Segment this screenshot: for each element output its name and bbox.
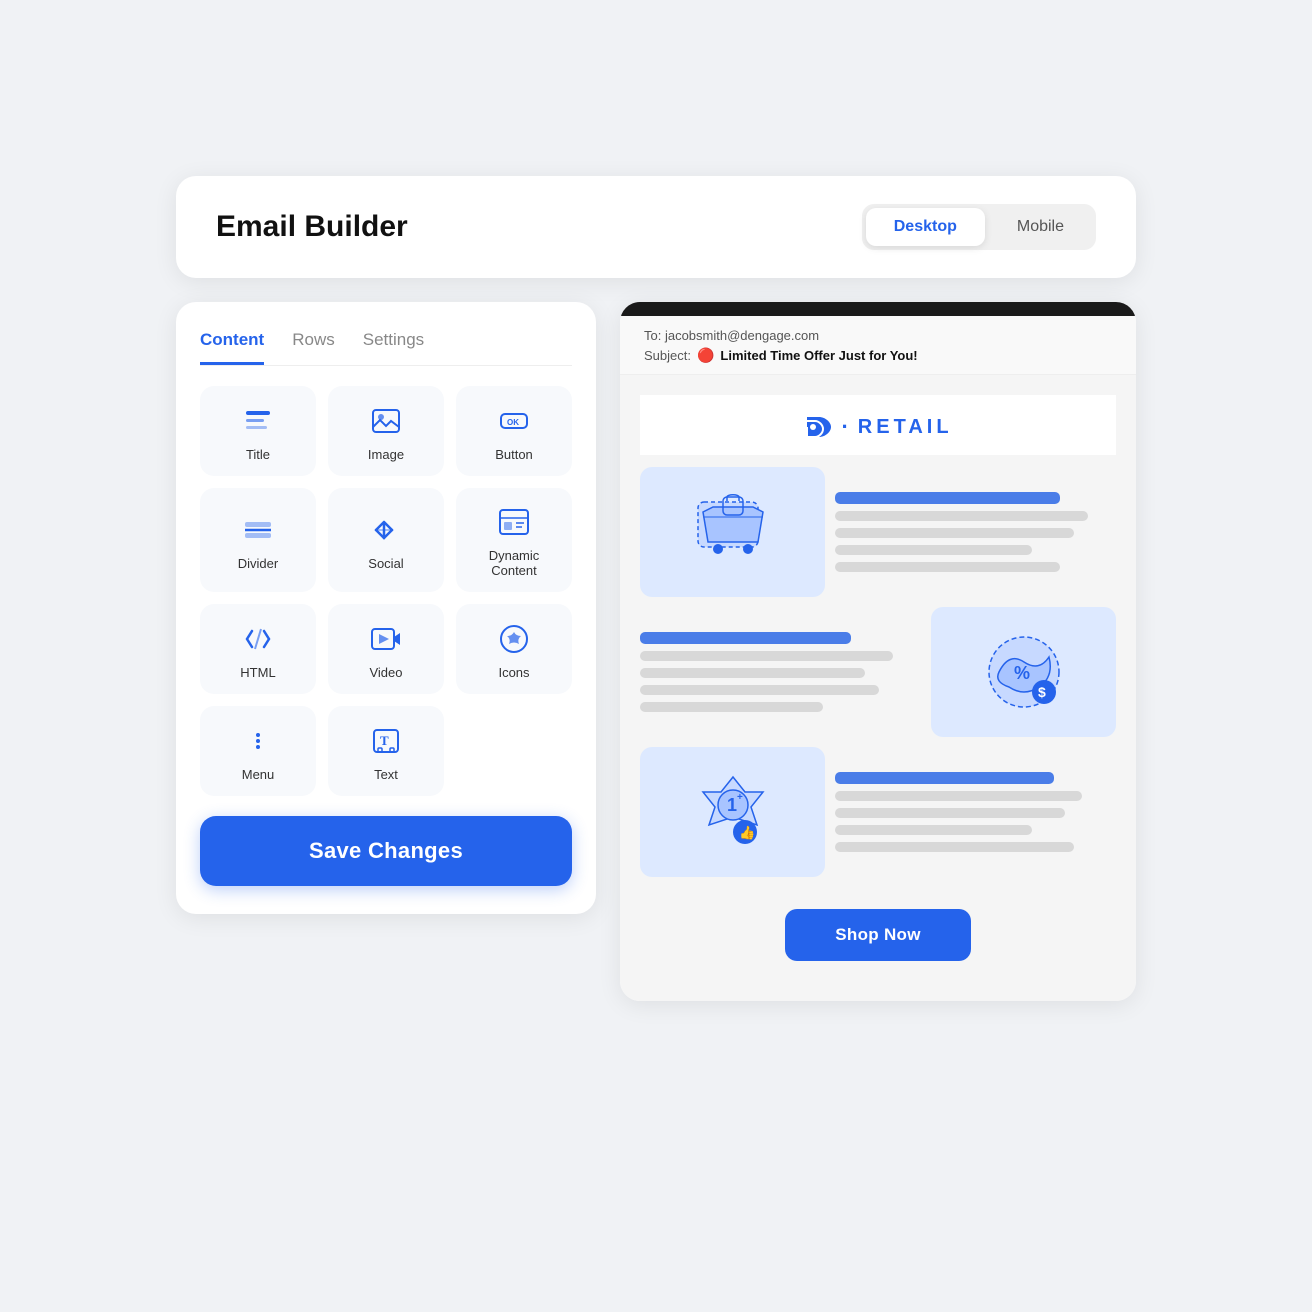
- grid-item-social-label: Social: [368, 556, 403, 571]
- grid-item-title-label: Title: [246, 447, 270, 462]
- subject-text: Limited Time Offer Just for You!: [720, 348, 917, 363]
- brand-name: · RETAIL: [640, 411, 1116, 443]
- svg-text:OK: OK: [507, 418, 519, 427]
- text-line: [835, 842, 1074, 852]
- grid-item-divider-label: Divider: [238, 556, 278, 571]
- text-line: [835, 562, 1060, 572]
- svg-text:1: 1: [727, 795, 737, 815]
- grid-item-icons-label: Icons: [498, 665, 529, 680]
- text-line: [640, 632, 851, 644]
- email-row-2: % $: [640, 607, 1116, 737]
- left-panel: Content Rows Settings Title: [176, 302, 596, 914]
- email-topbar: [620, 302, 1136, 316]
- subject-label: Subject:: [644, 348, 691, 363]
- tab-settings[interactable]: Settings: [363, 330, 424, 365]
- text-line: [640, 651, 893, 661]
- grid-item-menu[interactable]: Menu: [200, 706, 316, 796]
- email-body: · RETAIL: [620, 375, 1136, 1001]
- tab-content[interactable]: Content: [200, 330, 264, 365]
- svg-text:T: T: [380, 733, 389, 748]
- view-toggle: Desktop Mobile: [862, 204, 1096, 250]
- title-icon: [242, 405, 274, 437]
- grid-item-button[interactable]: OK Button: [456, 386, 572, 476]
- icons-icon: [498, 623, 530, 655]
- grid-item-image[interactable]: Image: [328, 386, 444, 476]
- tab-rows[interactable]: Rows: [292, 330, 335, 365]
- cart-illustration: [683, 487, 783, 577]
- svg-text:%: %: [1014, 663, 1030, 683]
- shop-now-container: Shop Now: [640, 887, 1116, 981]
- email-text-block-1: [835, 467, 1116, 597]
- grid-item-icons[interactable]: Icons: [456, 604, 572, 694]
- text-line: [835, 791, 1082, 801]
- svg-text:$: $: [1038, 684, 1046, 700]
- svg-text:+: +: [737, 792, 743, 803]
- text-line: [835, 808, 1065, 818]
- menu-icon: [242, 725, 274, 757]
- email-row-3: 1 + 👍: [640, 747, 1116, 877]
- grid-item-video-label: Video: [369, 665, 402, 680]
- divider-icon: [242, 514, 274, 546]
- app-container: Email Builder Desktop Mobile Content Row…: [176, 176, 1136, 1136]
- grid-item-dynamic[interactable]: Dynamic Content: [456, 488, 572, 592]
- grid-item-dynamic-label: Dynamic Content: [466, 548, 562, 578]
- text-line: [835, 528, 1074, 538]
- grid-item-image-label: Image: [368, 447, 404, 462]
- grid-item-social[interactable]: Social: [328, 488, 444, 592]
- grid-item-video[interactable]: Video: [328, 604, 444, 694]
- button-icon: OK: [498, 405, 530, 437]
- grid-item-button-label: Button: [495, 447, 533, 462]
- email-preview-panel: To: jacobsmith@dengage.com Subject: 🔴 Li…: [620, 302, 1136, 1001]
- text-line: [835, 545, 1032, 555]
- email-subject: Subject: 🔴 Limited Time Offer Just for Y…: [644, 347, 1112, 364]
- text-line: [835, 825, 1032, 835]
- svg-text:👍: 👍: [739, 825, 755, 840]
- grid-item-text-label: Text: [374, 767, 398, 782]
- app-title: Email Builder: [216, 210, 408, 244]
- email-image-badge: 1 + 👍: [640, 747, 825, 877]
- save-changes-button[interactable]: Save Changes: [200, 816, 572, 886]
- grid-item-html-label: HTML: [240, 665, 275, 680]
- text-line: [640, 685, 879, 695]
- text-line: [835, 492, 1060, 504]
- text-line: [835, 772, 1054, 784]
- html-icon: [242, 623, 274, 655]
- text-line: [835, 511, 1088, 521]
- email-image-discount: % $: [931, 607, 1116, 737]
- grid-item-title[interactable]: Title: [200, 386, 316, 476]
- subject-icon: 🔴: [697, 347, 714, 364]
- text-line: [640, 668, 865, 678]
- grid-item-divider[interactable]: Divider: [200, 488, 316, 592]
- brand-text: RETAIL: [858, 416, 953, 439]
- brand-prefix: ·: [841, 414, 851, 440]
- email-text-block-3: [835, 747, 1116, 877]
- video-icon: [370, 623, 402, 655]
- main-row: Content Rows Settings Title: [176, 302, 1136, 1001]
- email-meta: To: jacobsmith@dengage.com Subject: 🔴 Li…: [620, 316, 1136, 375]
- desktop-toggle[interactable]: Desktop: [866, 208, 985, 246]
- badge-illustration: 1 + 👍: [683, 767, 783, 857]
- email-image-cart: [640, 467, 825, 597]
- social-icon: [370, 514, 402, 546]
- discount-illustration: % $: [974, 627, 1074, 717]
- grid-item-menu-label: Menu: [242, 767, 275, 782]
- dynamic-icon: [498, 506, 530, 538]
- mobile-toggle[interactable]: Mobile: [989, 208, 1092, 246]
- content-grid: Title Image: [200, 386, 572, 796]
- email-row-1: [640, 467, 1116, 597]
- header-card: Email Builder Desktop Mobile: [176, 176, 1136, 278]
- brand-header: · RETAIL: [640, 395, 1116, 455]
- email-text-block-2: [640, 607, 921, 737]
- email-to: To: jacobsmith@dengage.com: [644, 328, 1112, 343]
- grid-item-html[interactable]: HTML: [200, 604, 316, 694]
- text-line: [640, 702, 823, 712]
- image-icon: [370, 405, 402, 437]
- brand-logo-icon: [803, 411, 835, 443]
- tabs-row: Content Rows Settings: [200, 330, 572, 366]
- text-icon: T: [370, 725, 402, 757]
- shop-now-button[interactable]: Shop Now: [785, 909, 971, 961]
- grid-item-text[interactable]: T Text: [328, 706, 444, 796]
